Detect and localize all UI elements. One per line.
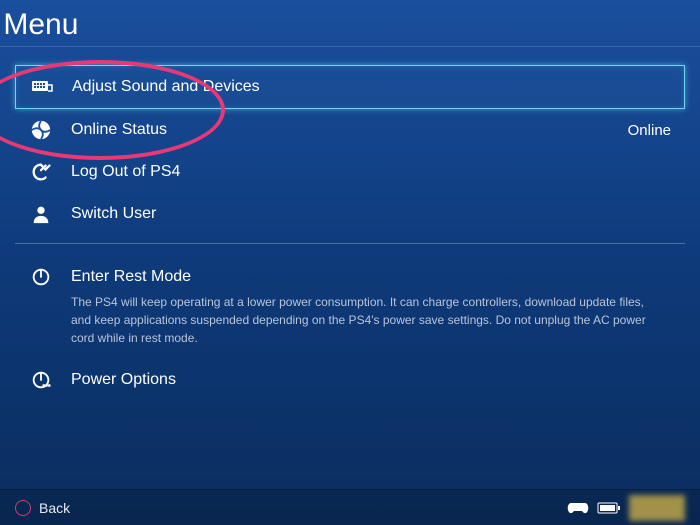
menu-item-power-options[interactable]: Power Options [15,359,685,401]
power-icon [29,265,53,289]
keyboard-devices-icon [30,75,54,99]
circle-button-icon [15,500,31,516]
menu-label: Adjust Sound and Devices [72,78,670,96]
battery-icon [597,502,621,514]
menu-item-rest-mode[interactable]: Enter Rest Mode The PS4 will keep operat… [15,256,685,359]
menu-label: Online Status [71,121,628,139]
controller-icon [567,501,589,515]
user-avatar[interactable] [629,495,685,521]
power-menu: Enter Rest Mode The PS4 will keep operat… [0,252,700,401]
footer-bar: Back [0,489,700,525]
header: k Menu [0,0,700,47]
power-options-icon [29,368,53,392]
globe-icon [29,118,53,142]
menu-divider [15,243,685,244]
logout-icon [29,160,53,184]
menu-item-online-status[interactable]: Online Status Online [15,109,685,151]
page-title: k Menu [0,8,700,42]
back-label: Back [39,500,70,516]
menu-item-logout[interactable]: Log Out of PS4 [15,151,685,193]
online-status-value: Online [628,122,671,139]
menu-label: Power Options [71,371,671,389]
menu-label: Enter Rest Mode [71,268,671,286]
user-icon [29,202,53,226]
menu-label: Log Out of PS4 [71,163,671,181]
quick-menu: Adjust Sound and Devices Online Status O… [0,47,700,235]
menu-item-switch-user[interactable]: Switch User [15,193,685,235]
menu-item-adjust-sound-devices[interactable]: Adjust Sound and Devices [15,65,685,109]
menu-label: Switch User [71,205,671,223]
footer-back[interactable]: Back [15,500,70,516]
footer-status [567,495,685,521]
rest-mode-description: The PS4 will keep operating at a lower p… [29,293,671,347]
